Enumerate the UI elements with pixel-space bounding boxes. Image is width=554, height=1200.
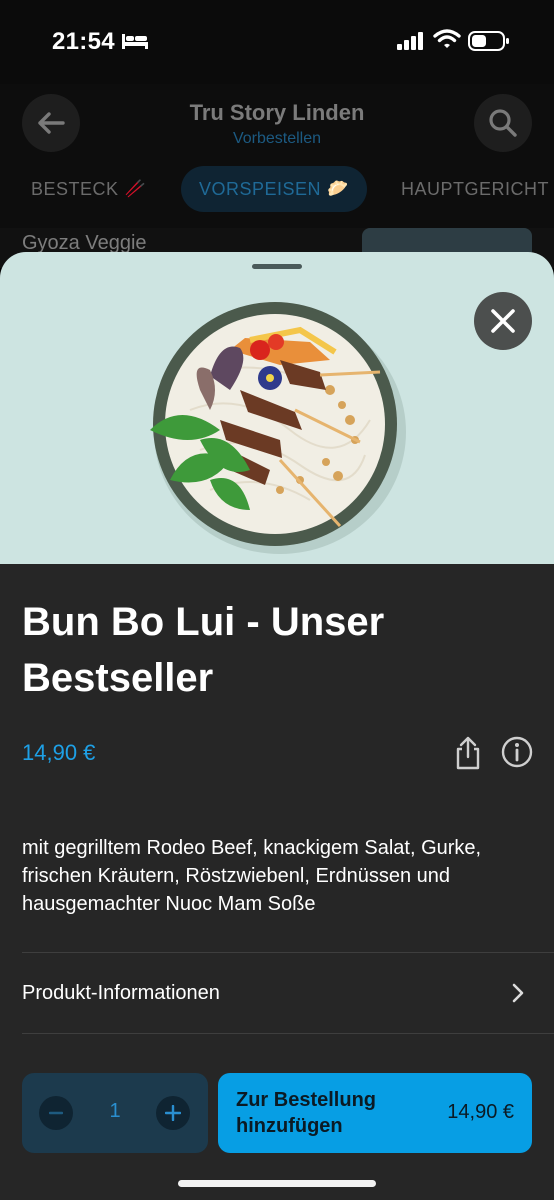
home-indicator[interactable]: [178, 1180, 376, 1187]
plus-icon: [165, 1105, 181, 1121]
status-time: 21:54: [52, 28, 115, 55]
search-button[interactable]: [474, 94, 532, 152]
tab-label: HAUPTGERICHT: [401, 178, 550, 199]
tab-hauptgericht[interactable]: HAUPTGERICHT: [401, 166, 549, 212]
close-icon: [491, 309, 515, 333]
add-to-order-label: Zur Bestellung hinzufügen: [236, 1089, 377, 1137]
status-bar: 21:54: [0, 0, 554, 84]
increase-quantity-button[interactable]: [156, 1096, 190, 1130]
product-title: Bun Bo Lui - Unser Bestseller: [22, 600, 385, 700]
tab-label: VORSPEISEN: [199, 178, 322, 199]
sheet-grabber[interactable]: [252, 264, 302, 269]
product-image: [0, 252, 554, 564]
share-icon[interactable]: [452, 736, 484, 770]
search-icon: [489, 109, 517, 137]
add-to-order-price: 14,90 €: [447, 1101, 514, 1123]
info-icon[interactable]: [501, 736, 533, 768]
battery-icon: [468, 31, 509, 51]
tab-besteck[interactable]: BESTECK 🥢: [31, 166, 146, 212]
add-to-order-button[interactable]: Zur Bestellung hinzufügen 14,90 €: [218, 1073, 532, 1153]
product-detail-sheet: Bun Bo Lui - Unser Bestseller 14,90 € mi…: [0, 252, 554, 1200]
divider: [22, 1033, 554, 1034]
store-header: Tru Story Linden Vorbestellen BESTECK 🥢 …: [0, 84, 554, 228]
tab-label: BESTECK: [31, 178, 119, 199]
product-info-label: Produkt-Informationen: [22, 981, 220, 1004]
category-tabs: BESTECK 🥢 VORSPEISEN 🥟 HAUPTGERICHT: [0, 166, 554, 212]
close-button[interactable]: [474, 292, 532, 350]
product-description: mit gegrilltem Rodeo Beef, knackigem Sal…: [22, 837, 482, 915]
chopsticks-icon: 🥢: [124, 179, 147, 198]
bun-bo-bowl-image: [150, 302, 406, 554]
product-info-row[interactable]: Produkt-Informationen: [0, 953, 554, 1033]
signal-icon: [397, 32, 423, 50]
wifi-icon: [433, 29, 461, 48]
product-price: 14,90 €: [22, 740, 96, 765]
dumpling-icon: 🥟: [327, 179, 349, 198]
store-title: Tru Story Linden: [189, 100, 365, 125]
tab-vorspeisen[interactable]: VORSPEISEN 🥟: [181, 166, 367, 212]
bed-icon: [122, 34, 148, 49]
quantity-stepper: 1: [22, 1073, 208, 1153]
order-mode-subtitle[interactable]: Vorbestellen: [0, 130, 554, 148]
chevron-right-icon: [512, 983, 524, 1003]
